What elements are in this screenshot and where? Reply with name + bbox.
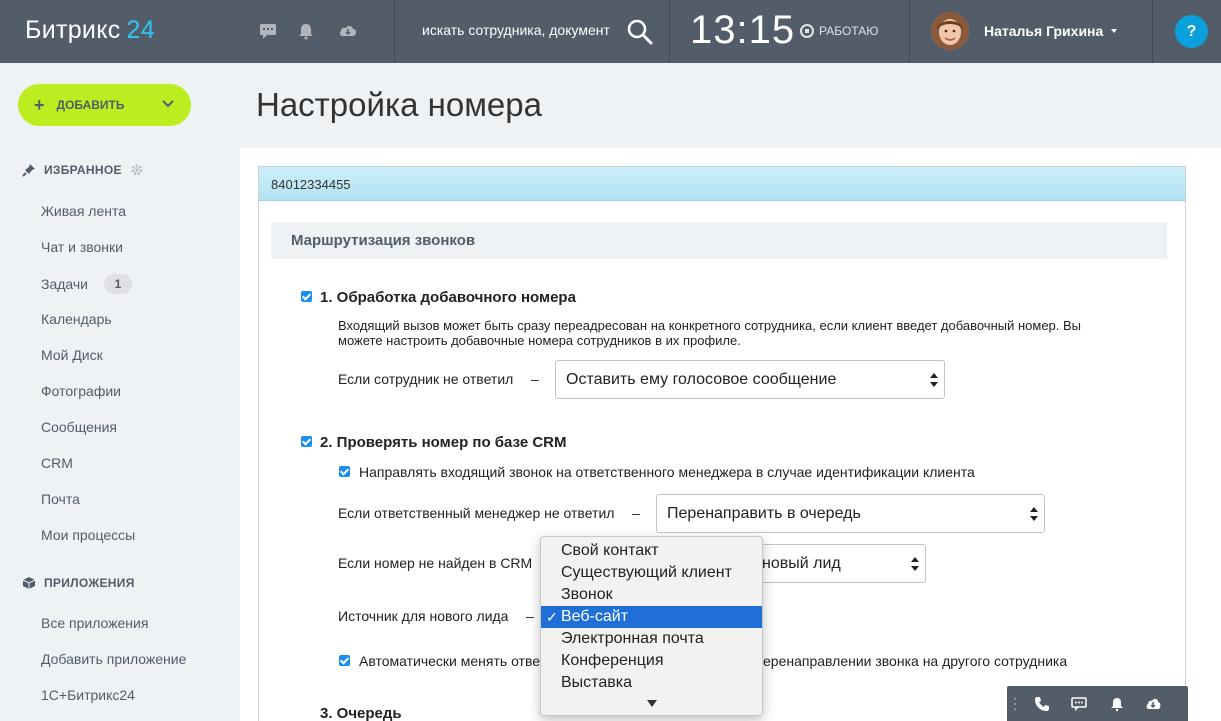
sidebar-item-calendar[interactable]: Календарь [41,311,112,327]
top-header: Битрикс 24 искать сотрудника, документ 13… [0,0,1221,63]
step1-no-answer-label: Если сотрудник не ответил [338,371,514,387]
logo-number: 24 [126,16,155,44]
add-button[interactable]: + ДОБАВИТЬ [18,84,191,126]
user-photo [931,12,969,50]
chat-icon[interactable] [1071,696,1087,712]
sidebar-item-photos[interactable]: Фотографии [41,383,121,399]
plus-icon: + [34,94,45,115]
dropdown-option[interactable]: Конференция [541,650,762,672]
sidebar-item-messages[interactable]: Сообщения [41,419,117,435]
add-button-label: ДОБАВИТЬ [56,98,125,112]
chevron-down-icon[interactable] [1111,29,1117,33]
dash: – [632,505,640,521]
search-icon[interactable] [626,18,654,46]
clock[interactable]: 13:15 [690,8,795,53]
phone-number-header: 84012334455 [259,167,1185,201]
favorites-title: ИЗБРАННОЕ [44,163,122,177]
sidebar-item-disk[interactable]: Мой Диск [41,347,103,363]
pin-icon [22,164,35,177]
select-value: Оставить ему голосовое сообщение [566,371,837,388]
dash: – [526,608,534,624]
sidebar-item-processes[interactable]: Мои процессы [41,527,135,543]
page-title: Настройка номера [256,86,542,123]
auto-change-label-left: Автоматически менять отве [359,653,541,669]
scroll-down-arrow-icon[interactable] [647,700,657,707]
tasks-count-badge: 1 [104,274,132,294]
sidebar-item-tasks[interactable]: Задачи [41,276,88,292]
chevron-down-icon [162,100,174,108]
search-input[interactable]: искать сотрудника, документ [422,22,610,38]
step3-title: 3. Очередь [320,705,402,721]
apps-title: ПРИЛОЖЕНИЯ [44,576,135,590]
dropdown-option[interactable]: Свой контакт [541,540,762,562]
work-status-label: РАБОТАЮ [819,24,879,38]
step2-checkbox[interactable] [301,436,312,447]
help-button[interactable]: ? [1175,15,1208,48]
bell-icon[interactable] [296,22,316,40]
not-found-label: Если номер не найден в CRM [338,555,533,571]
lead-source-label: Источник для нового лида [338,608,509,624]
auto-change-checkbox[interactable] [339,655,350,666]
chat-icon[interactable] [258,22,278,40]
work-status[interactable]: РАБОТАЮ [800,24,878,38]
apps-section: ПРИЛОЖЕНИЯ [22,576,135,590]
select-arrows-icon [930,373,938,387]
logo[interactable]: Битрикс 24 [25,16,155,45]
stop-icon [800,24,814,38]
sidebar-item-chat[interactable]: Чат и звонки [41,239,123,255]
sidebar-item-live-feed[interactable]: Живая лента [41,203,126,219]
manager-no-answer-select[interactable]: Перенаправить в очередь [656,494,1045,533]
header-divider [1152,0,1153,63]
cloud-icon[interactable] [338,22,358,40]
employee-no-answer-select[interactable]: Оставить ему голосовое сообщение [555,360,945,399]
step1-desc-line1: Входящий вызов может быть сразу переадре… [338,318,1082,333]
user-name[interactable]: Наталья Грихина [984,23,1103,39]
select-value: новый лид [762,555,841,572]
dash: – [531,371,539,387]
avatar[interactable] [931,12,969,50]
drag-handle-icon[interactable] [1013,696,1019,712]
cube-icon [22,577,36,589]
lead-source-dropdown[interactable]: Свой контакт Существующий клиент Звонок … [540,536,763,716]
favorites-section: ИЗБРАННОЕ [22,163,144,177]
manager-no-answer-label: Если ответственный менеджер не ответил [338,505,615,521]
dropdown-option[interactable]: Выставка [541,672,762,694]
dropdown-option[interactable]: Звонок [541,584,762,606]
dropdown-option[interactable]: Электронная почта [541,628,762,650]
sidebar-item-add-app[interactable]: Добавить приложение [41,651,186,667]
step1-checkbox[interactable] [301,291,312,302]
sidebar-item-all-apps[interactable]: Все приложения [41,615,148,631]
sidebar-item-1c[interactable]: 1С+Битрикс24 [41,687,135,703]
select-value: Перенаправить в очередь [667,505,861,522]
cloud-icon[interactable] [1145,696,1161,712]
bottom-tray [1007,686,1188,721]
route-manager-label: Направлять входящий звонок на ответствен… [359,464,975,480]
step1-desc-line2: можете настроить добавочные номера сотру… [338,333,741,348]
header-divider [394,0,395,63]
bell-icon[interactable] [1109,696,1125,712]
gear-icon[interactable] [130,163,144,177]
not-found-select[interactable]: новый лид [738,544,926,583]
step1-title: 1. Обработка добавочного номера [320,289,576,306]
select-arrows-icon [1030,507,1038,521]
sidebar-item-mail[interactable]: Почта [41,491,80,507]
dropdown-option[interactable]: Существующий клиент [541,562,762,584]
sidebar-item-crm[interactable]: CRM [41,455,73,471]
section-title: Маршрутизация звонков [271,222,1167,259]
route-manager-checkbox[interactable] [339,466,350,477]
logo-text: Битрикс [25,16,121,44]
select-arrows-icon [911,557,919,571]
header-divider [669,0,670,63]
step2-title: 2. Проверять номер по базе CRM [320,434,567,451]
dropdown-option-selected[interactable]: Веб-сайт [541,606,762,628]
phone-icon[interactable] [1034,696,1050,712]
auto-change-label-right: еренаправлении звонка на другого сотрудн… [763,653,1068,669]
header-divider [909,0,910,63]
